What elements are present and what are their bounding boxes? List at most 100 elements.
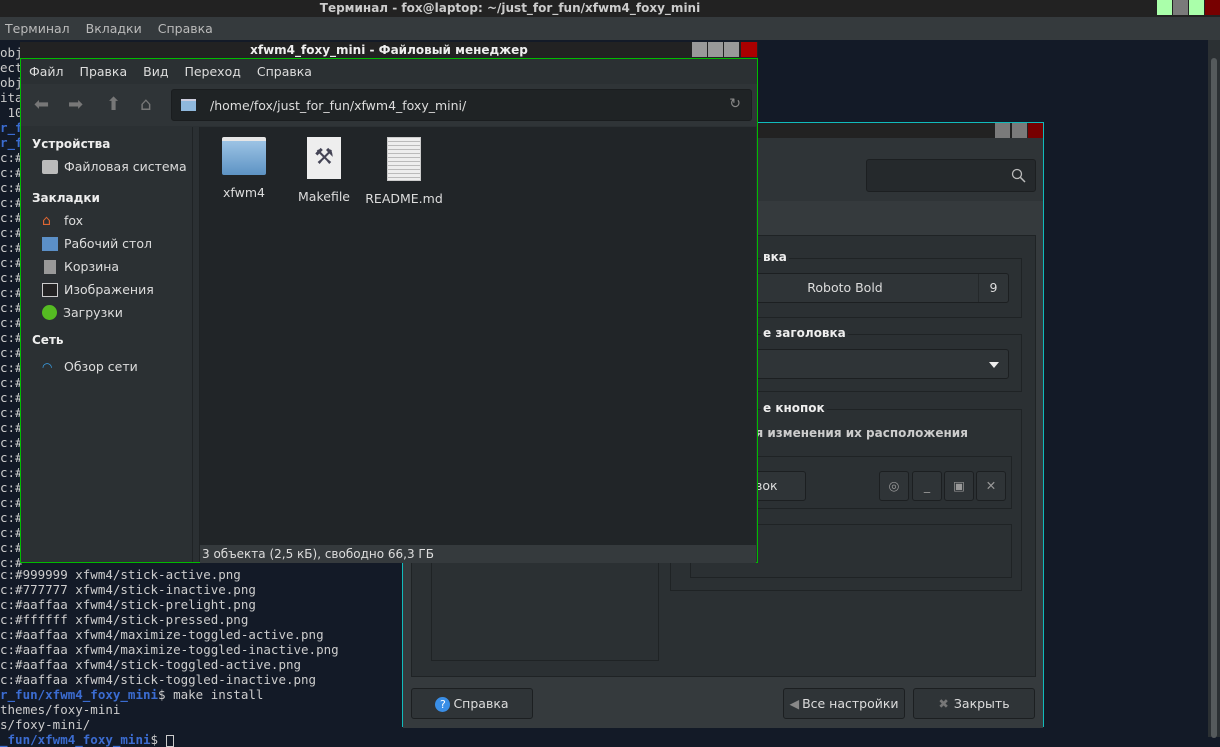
close-button[interactable] xyxy=(1028,123,1043,138)
section-network: Сеть xyxy=(32,333,64,347)
makefile-icon: ⚒ xyxy=(307,137,341,179)
terminal-line: themes/foxy-mini xyxy=(0,702,121,717)
terminal-line: c:#aaffaa xfwm4/stick-prelight.png xyxy=(0,597,256,612)
folder-icon xyxy=(222,137,266,175)
sidebar-item-network[interactable]: ◠ Обзор сети xyxy=(42,359,138,374)
prompt-symbol: $ xyxy=(150,732,166,747)
folder-icon xyxy=(181,99,196,111)
item-label: Файловая система xyxy=(64,159,187,174)
all-settings-button[interactable]: ◀ Все настройки xyxy=(783,688,905,719)
item-label: fox xyxy=(64,213,84,228)
location-bar[interactable]: /home/fox/just_for_fun/xfwm4_foxy_mini/ … xyxy=(171,89,752,121)
maximize-button[interactable] xyxy=(1012,123,1027,138)
terminal-line: c:#ffffff xfwm4/stick-pressed.png xyxy=(0,612,249,627)
chevron-down-icon xyxy=(989,362,999,368)
sidebar: Устройства Файловая система Закладки ⌂ fo… xyxy=(22,127,192,562)
file-manager-menubar: Файл Правка Вид Переход Справка xyxy=(21,59,312,84)
terminal-line: r_fun/xfwm4_foxy_mini$ make install xyxy=(0,687,263,702)
maximize-token[interactable]: ▣ xyxy=(944,471,974,501)
item-label: Корзина xyxy=(64,259,120,274)
menu-tabs[interactable]: Вкладки xyxy=(86,17,142,40)
all-settings-label: Все настройки xyxy=(802,696,899,711)
sidebar-item-fox[interactable]: ⌂ fox xyxy=(42,213,83,228)
sidebar-item-filesystem[interactable]: Файловая система xyxy=(42,159,187,174)
terminal-titlebar: Терминал - fox@laptop: ~/just_for_fun/xf… xyxy=(0,0,1220,17)
command: $ make install xyxy=(158,687,264,702)
pictures-icon xyxy=(42,282,58,297)
window-title: xfwm4_foxy_mini - Файловый менеджер xyxy=(250,43,528,57)
close-icon: ✖ xyxy=(938,696,949,711)
sidebar-item-trash[interactable]: Корзина xyxy=(42,259,119,274)
home-icon: ⌂ xyxy=(42,212,51,229)
file-name: Makefile xyxy=(298,189,350,204)
search-icon xyxy=(1011,168,1026,183)
stick-token[interactable]: ◎ xyxy=(879,471,909,501)
scrollbar-thumb[interactable] xyxy=(1211,58,1217,738)
sidebar-item-pictures[interactable]: Изображения xyxy=(42,282,154,297)
menu-file[interactable]: Файл xyxy=(29,59,64,84)
prompt-path: _fun/xfwm4_foxy_mini xyxy=(0,732,151,747)
forward-icon[interactable]: ➡ xyxy=(68,94,83,115)
home-icon[interactable]: ⌂ xyxy=(140,94,151,115)
terminal-line: s/foxy-mini/ xyxy=(0,717,91,732)
file-view[interactable]: xfwm4 ⚒ Makefile README.md xyxy=(200,127,756,545)
file-item-xfwm4[interactable]: xfwm4 xyxy=(204,137,284,200)
cursor xyxy=(165,734,174,747)
status-bar: 3 объекта (2,5 кБ), свободно 66,3 ГБ xyxy=(200,545,756,563)
font-size: 9 xyxy=(978,274,1008,302)
minimize-button[interactable] xyxy=(995,123,1010,138)
search-input[interactable] xyxy=(866,159,1036,192)
menu-help[interactable]: Справка xyxy=(158,17,213,40)
section-bookmarks: Закладки xyxy=(32,191,100,205)
back-arrow-icon: ◀ xyxy=(789,696,800,711)
stick-button[interactable] xyxy=(692,42,707,57)
help-button[interactable]: ? Справка xyxy=(411,688,533,719)
close-label: Закрыть xyxy=(953,696,1010,711)
menu-help[interactable]: Справка xyxy=(257,59,312,84)
file-manager-body: Файл Правка Вид Переход Справка ⬅ ➡ ⬆ ⌂ … xyxy=(20,58,758,563)
close-button[interactable] xyxy=(1205,0,1220,15)
file-manager-titlebar: xfwm4_foxy_mini - Файловый менеджер xyxy=(20,42,758,58)
back-icon[interactable]: ⬅ xyxy=(34,94,49,115)
help-label: Справка xyxy=(453,696,509,711)
desktop-icon xyxy=(42,236,58,251)
terminal-title: Терминал - fox@laptop: ~/just_for_fun/xf… xyxy=(319,1,701,15)
maximize-button[interactable] xyxy=(724,42,739,57)
stick-button[interactable] xyxy=(1157,0,1172,15)
text-file-icon xyxy=(387,137,421,181)
drive-icon xyxy=(42,159,58,174)
sidebar-item-downloads[interactable]: Загрузки xyxy=(42,305,123,320)
menu-go[interactable]: Переход xyxy=(184,59,240,84)
minimize-button[interactable] xyxy=(708,42,723,57)
download-icon xyxy=(42,305,57,320)
help-icon: ? xyxy=(435,697,451,712)
minimize-token[interactable]: _ xyxy=(912,471,942,501)
font-name: Roboto Bold xyxy=(807,280,883,295)
menu-view[interactable]: Вид xyxy=(143,59,168,84)
toolbar: ⬅ ➡ ⬆ ⌂ /home/fox/just_for_fun/xfwm4_fox… xyxy=(21,84,757,126)
menu-edit[interactable]: Правка xyxy=(80,59,128,84)
reload-icon[interactable]: ↻ xyxy=(729,96,741,112)
terminal-scrollbar[interactable] xyxy=(1208,40,1220,738)
file-item-makefile[interactable]: ⚒ Makefile xyxy=(284,137,364,204)
up-icon[interactable]: ⬆ xyxy=(106,94,121,115)
item-label: Изображения xyxy=(64,282,154,297)
terminal-line: c:#aaffaa xfwm4/maximize-toggled-inactiv… xyxy=(0,642,339,657)
maximize-button[interactable] xyxy=(1189,0,1204,15)
close-token[interactable]: ✕ xyxy=(976,471,1006,501)
file-item-readme[interactable]: README.md xyxy=(364,137,444,206)
menu-terminal[interactable]: Терминал xyxy=(5,17,70,40)
sidebar-item-desktop[interactable]: Рабочий стол xyxy=(42,236,152,251)
section-devices: Устройства xyxy=(32,137,111,151)
close-dialog-button[interactable]: ✖ Закрыть xyxy=(913,688,1035,719)
file-name: README.md xyxy=(365,191,443,206)
file-manager-window: xfwm4_foxy_mini - Файловый менеджер Файл… xyxy=(20,42,758,563)
path-text: /home/fox/just_for_fun/xfwm4_foxy_mini/ xyxy=(210,98,467,113)
minimize-button[interactable] xyxy=(1173,0,1188,15)
pane-splitter[interactable] xyxy=(192,127,200,562)
close-button[interactable] xyxy=(741,42,757,57)
terminal-line: _fun/xfwm4_foxy_mini$ xyxy=(0,732,174,747)
item-label: Загрузки xyxy=(63,305,123,320)
trash-icon xyxy=(44,259,56,274)
terminal-line: c:#777777 xfwm4/stick-inactive.png xyxy=(0,582,256,597)
